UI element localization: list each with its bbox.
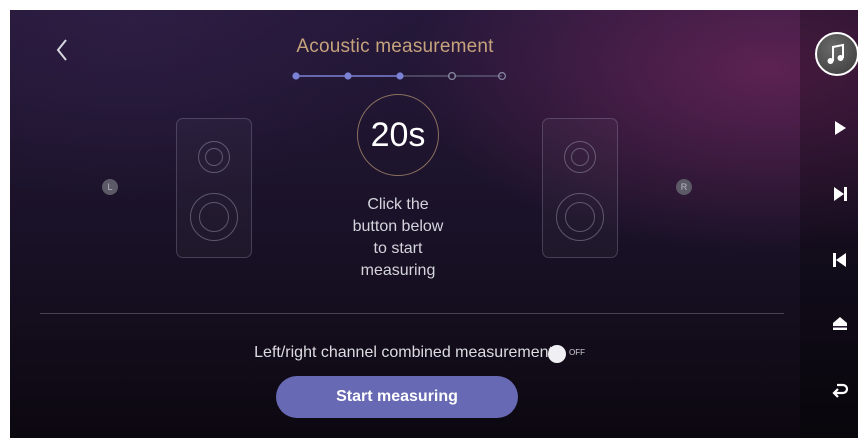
step-dot-complete — [292, 72, 300, 80]
play-icon — [835, 121, 846, 135]
progress-stepper — [292, 71, 507, 81]
instruction-line: Click the — [367, 196, 429, 213]
toggle-state-label: OFF — [569, 348, 585, 357]
combined-measurement-label: Left/right channel combined measurement — [254, 344, 553, 361]
play-button[interactable] — [828, 116, 852, 140]
right-channel-indicator: R — [676, 179, 692, 195]
app-screen: Acoustic measurement L 20s Click the but… — [10, 10, 858, 438]
countdown-timer: 20s — [370, 116, 426, 154]
next-track-icon — [834, 187, 847, 201]
music-note-icon — [827, 43, 844, 64]
woofer-inner-ring — [199, 202, 229, 232]
step-dot-complete — [396, 72, 404, 80]
step-dot-complete — [344, 72, 352, 80]
right-speaker — [542, 118, 618, 258]
combined-measurement-toggle[interactable]: OFF — [548, 345, 592, 363]
home-button[interactable] — [828, 312, 852, 336]
music-button[interactable] — [815, 32, 858, 76]
woofer-inner-ring — [565, 202, 595, 232]
start-measuring-button[interactable]: Start measuring — [276, 376, 518, 418]
return-button[interactable] — [828, 378, 852, 402]
section-divider — [40, 313, 784, 314]
return-icon — [832, 383, 849, 398]
tweeter-inner-ring — [205, 148, 223, 166]
instruction-text: Click the button below to start measurin… — [328, 194, 468, 282]
instruction-line: to start — [373, 240, 423, 257]
tweeter-inner-ring — [571, 148, 589, 166]
left-speaker — [176, 118, 252, 258]
page-title: Acoustic measurement — [296, 36, 494, 57]
next-track-button[interactable] — [828, 182, 852, 206]
previous-track-button[interactable] — [828, 248, 852, 272]
toggle-knob — [548, 345, 566, 363]
instruction-line: button below — [352, 218, 444, 235]
screenshot-frame: Acoustic measurement L 20s Click the but… — [0, 0, 867, 438]
previous-track-icon — [833, 253, 846, 267]
home-icon — [833, 317, 847, 330]
left-channel-indicator: L — [102, 179, 118, 195]
instruction-line: measuring — [360, 262, 436, 279]
